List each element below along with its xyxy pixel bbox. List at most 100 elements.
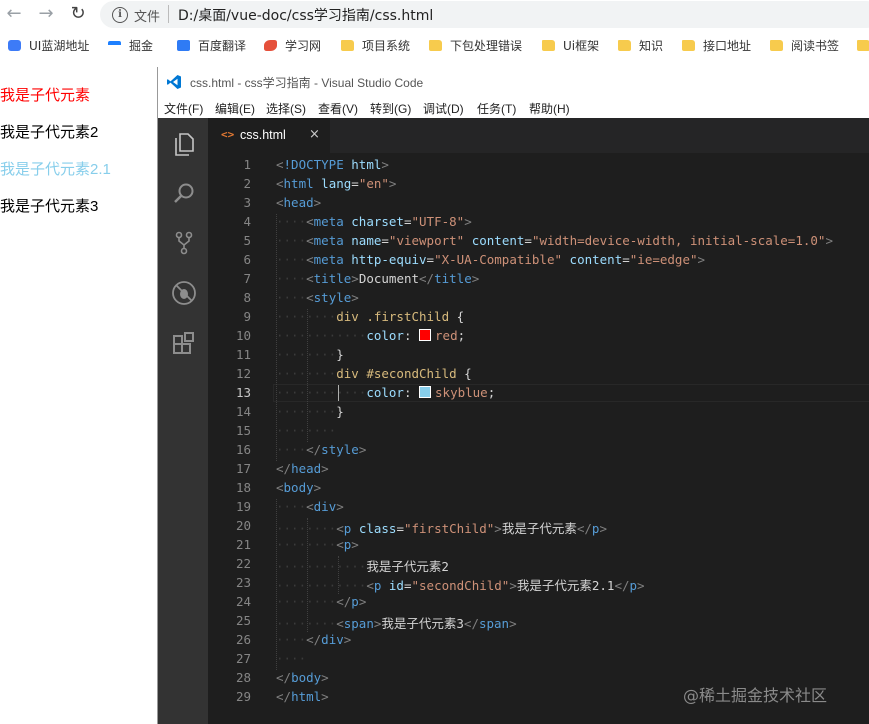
code-token: > [358,594,367,609]
tab-css-html[interactable]: <> css.html × [208,118,330,153]
html-file-icon: <> [221,128,235,141]
code-line[interactable]: ····<meta charset="UTF-8"> [276,214,472,229]
code-token: < [366,578,374,593]
bookmark-item[interactable]: 掘金 [108,36,153,56]
code-line[interactable]: ········} [276,404,344,419]
code-token: > [313,480,322,495]
url-text[interactable]: D:/桌面/vue-doc/css学习指南/css.html [178,5,433,25]
menu-debug[interactable]: 调试(D) [423,100,464,117]
color-swatch[interactable] [419,386,432,398]
code-line[interactable]: ········<p class="firstChild">我是子代元素</p> [276,518,607,537]
menu-view[interactable]: 查看(V) [318,100,358,117]
code-token: span [343,616,374,631]
code-line[interactable]: ····<title>Document</title> [276,271,479,286]
color-swatch[interactable] [419,329,432,341]
code-line[interactable]: ········</p> [276,594,366,609]
code-line[interactable]: <html lang="en"> [276,176,396,191]
back-arrow-icon[interactable]: ← [4,4,24,24]
menu-file[interactable]: 文件(F) [164,100,203,117]
code-line[interactable]: ····<style> [276,290,359,305]
code-token: html [351,157,382,172]
code-line[interactable]: ········<p> [276,537,359,552]
code-token: ········ [276,404,337,419]
reload-icon[interactable]: ↻ [68,4,88,24]
code-token: < [336,616,344,631]
bookmark-item[interactable]: 百度翻译 [177,36,246,56]
code-line[interactable]: ····<div> [276,499,344,514]
bookmark-item[interactable]: 阅读书签 [770,36,839,56]
address-divider [168,5,169,23]
code-token: > [343,632,352,647]
line-number: 29 [235,689,251,704]
menu-go[interactable]: 转到(G) [370,100,411,117]
debug-icon[interactable] [171,280,197,306]
code-editor[interactable]: 1 <!DOCTYPE html> 2 <html lang="en"> 3 <head>… [208,153,869,724]
menu-tasks[interactable]: 任务(T) [477,100,516,117]
code-line[interactable]: ····</style> [276,442,366,457]
page-paragraph-second-child: 我是子代元素2.1 [0,161,111,178]
code-token: > [381,157,389,172]
browser-toolbar: ← → ↻ i 文件 D:/桌面/vue-doc/css学习指南/css.htm… [0,0,869,30]
vscode-logo-icon [167,75,181,89]
code-line[interactable]: </head> [276,461,329,476]
source-control-icon[interactable] [171,230,197,256]
info-icon[interactable]: i [112,7,128,23]
code-line[interactable]: ············color: skyblue; [276,385,495,400]
code-line[interactable]: ····</div> [276,632,351,647]
code-line[interactable]: ············我是子代元素2 [276,556,449,575]
menu-selection[interactable]: 选择(S) [266,100,306,117]
code-line[interactable]: ········div .firstChild { [276,309,464,324]
code-token: </ [614,578,630,593]
code-token: p [351,594,359,609]
folder-icon [542,40,555,51]
line-number: 2 [243,176,251,191]
code-line[interactable]: </body> [276,670,329,685]
address-bar[interactable]: i 文件 D:/桌面/vue-doc/css学习指南/css.html [100,1,869,28]
line-number: 14 [235,404,251,419]
extensions-icon[interactable] [171,330,197,356]
code-token: div [321,632,344,647]
bookmark-item[interactable]: 下包处理错误 [429,36,522,56]
close-icon[interactable]: × [309,127,320,142]
code-line[interactable]: <body> [276,480,321,495]
code-line[interactable]: ····<meta http-equiv="X-UA-Compatible" c… [276,252,705,267]
code-line[interactable]: ····<meta name="viewport" content="width… [276,233,833,248]
code-token: !DOCTYPE [283,157,344,172]
bookmark-label: 下包处理错误 [450,39,523,53]
code-token: id [388,578,404,593]
code-token: 我是子代元素 [501,521,577,536]
code-token: { [449,309,465,324]
code-line[interactable]: ········<span>我是子代元素3</span> [276,613,517,632]
line-number: 19 [235,499,251,514]
forward-arrow-icon[interactable]: → [36,4,56,24]
search-icon[interactable] [171,181,197,207]
code-token: charset [351,214,404,229]
menu-edit[interactable]: 编辑(E) [215,100,255,117]
code-token: skyblue [435,385,488,400]
code-token: = [381,233,389,248]
line-number: 25 [235,613,251,628]
code-line[interactable]: ············<p id="secondChild">我是子代元素2.… [276,575,645,594]
bookmark-item[interactable]: 知识 [618,36,663,56]
code-line[interactable]: ···· [276,651,306,666]
bookmark-item[interactable]: UI蓝湖地址 [8,36,89,56]
code-line[interactable]: ········} [276,347,344,362]
code-line[interactable]: ········div #secondChild { [276,366,472,381]
code-line[interactable]: <head> [276,195,321,210]
code-line[interactable]: </html> [276,689,329,704]
code-line[interactable]: ········ [276,423,336,438]
code-token: ···· [276,290,307,305]
code-line[interactable]: ············color: red; [276,328,465,343]
code-line[interactable]: <!DOCTYPE html> [276,157,389,172]
bookmark-item[interactable]: Ui框架 [542,36,599,56]
explorer-icon[interactable] [171,131,197,157]
bookmark-item[interactable] [857,36,869,56]
bookmark-item[interactable]: 项目系统 [341,36,410,56]
line-number: 27 [235,651,251,666]
bookmark-item[interactable]: 学习网 [264,36,321,56]
bookmark-item[interactable]: 接口地址 [682,36,751,56]
code-token: < [306,499,314,514]
menu-help[interactable]: 帮助(H) [529,100,570,117]
line-number: 3 [243,195,251,210]
